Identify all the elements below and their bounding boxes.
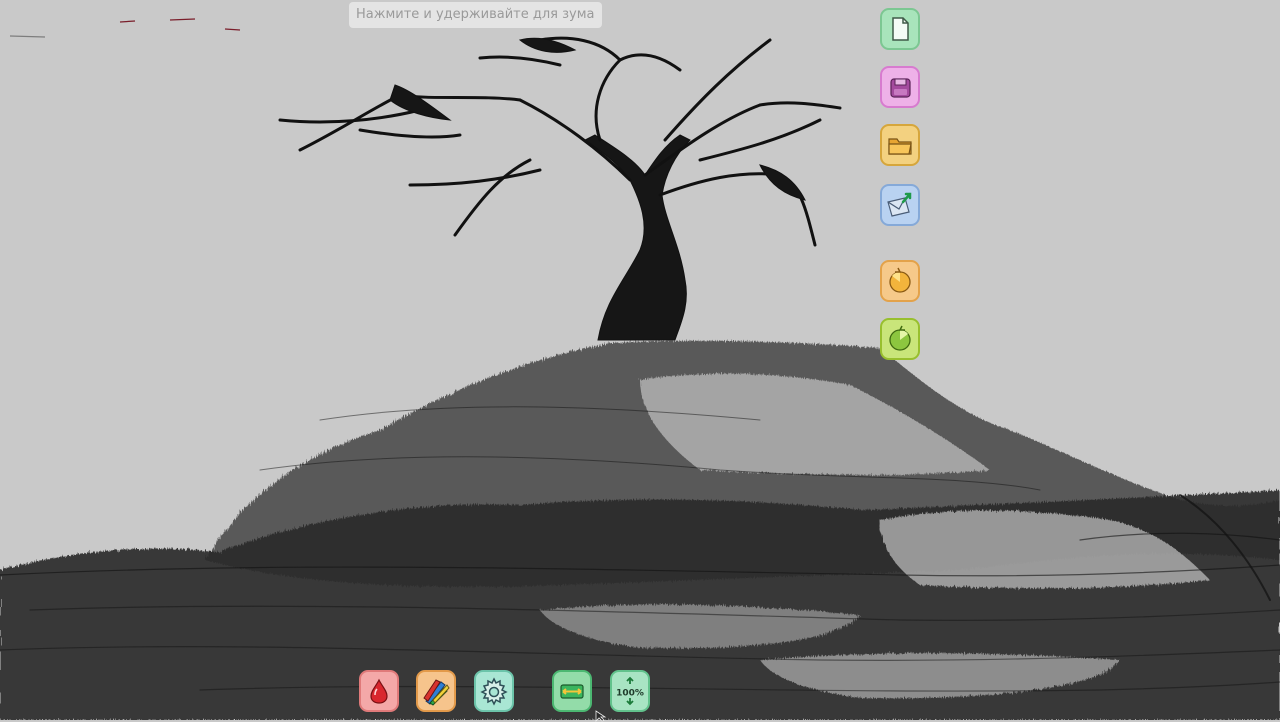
folder-icon <box>888 138 912 155</box>
undo-icon <box>889 267 911 293</box>
zoom-hint-tooltip: Нажмите и удерживайте для зума <box>349 2 602 28</box>
redo-icon <box>889 325 911 351</box>
sketch-landscape <box>0 340 1280 720</box>
redo-button[interactable] <box>880 318 920 360</box>
fit-screen-button[interactable] <box>552 670 592 712</box>
stray-marks <box>9 18 241 38</box>
zoom-100-button[interactable]: 100% <box>610 670 650 712</box>
brushes-button[interactable] <box>416 670 456 712</box>
open-folder-button[interactable] <box>880 124 920 166</box>
drawing-canvas[interactable] <box>0 0 1280 720</box>
sketch-tree <box>278 36 842 341</box>
gear-icon <box>480 677 508 706</box>
zoom-100-label: 100% <box>616 689 644 699</box>
drop-icon <box>370 678 388 704</box>
zoom-100-icon: 100% <box>616 676 644 706</box>
share-email-button[interactable] <box>880 184 920 226</box>
pencils-icon <box>423 679 450 706</box>
save-button[interactable] <box>880 66 920 108</box>
mouse-cursor-icon <box>595 710 607 722</box>
new-file-button[interactable] <box>880 8 920 50</box>
fit-icon <box>560 684 584 699</box>
settings-button[interactable] <box>474 670 514 712</box>
save-disk-icon <box>890 78 911 98</box>
color-picker-button[interactable] <box>359 670 399 712</box>
undo-button[interactable] <box>880 260 920 302</box>
envelope-send-icon <box>887 192 912 217</box>
new-file-icon <box>892 17 909 41</box>
